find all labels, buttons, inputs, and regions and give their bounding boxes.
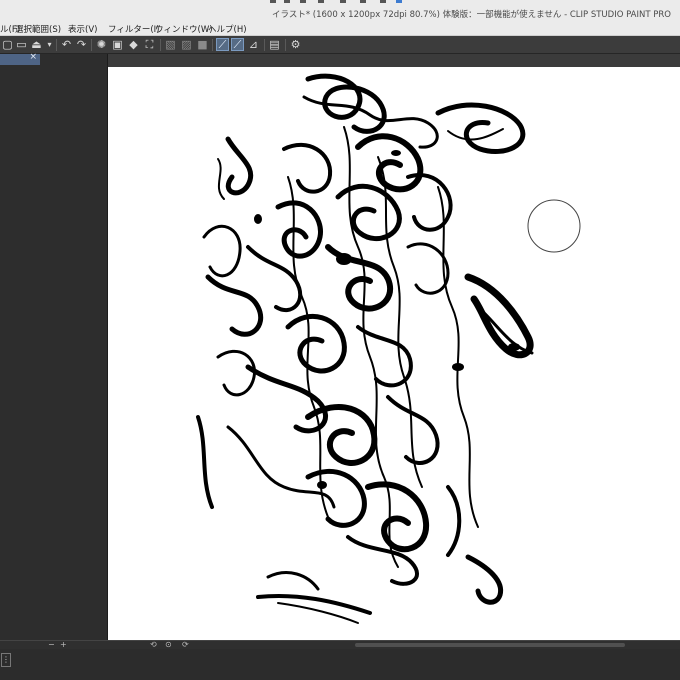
new-file-icon[interactable]: ▢ — [1, 38, 14, 51]
swirl-stroke — [225, 136, 253, 196]
brush-cursor — [527, 199, 581, 253]
snap-special-ruler-icon[interactable]: ⟋ — [231, 38, 244, 51]
swirl-stroke — [465, 554, 504, 605]
swirl-stroke — [437, 186, 479, 528]
canvas-area — [108, 54, 680, 640]
swirl-stroke — [202, 224, 242, 278]
zoom-in-button[interactable]: + — [60, 640, 67, 649]
ink-blob — [452, 363, 464, 371]
title-bar: イラスト* (1600 x 1200px 72dpi 80.7%) 体験版：一部… — [0, 0, 680, 20]
swirl-stroke — [343, 126, 399, 568]
zoom-out-button[interactable]: − — [48, 640, 55, 649]
window-title: イラスト* (1600 x 1200px 72dpi 80.7%) 体験版：一部… — [272, 10, 671, 20]
swirl-stroke — [275, 200, 323, 259]
layer-options-icon[interactable]: ⋮ — [1, 653, 11, 667]
export-icon[interactable]: ⏏ — [30, 38, 43, 51]
status-bar: − + ⟲ ⊙ ⟳ — [0, 640, 680, 649]
swirl-stroke — [464, 273, 534, 359]
title-decoration — [270, 0, 420, 4]
settings-icon[interactable]: ⚙ — [289, 38, 302, 51]
flip-icon[interactable]: ⟳ — [182, 640, 189, 649]
ink-blob — [336, 253, 352, 265]
swirl-stroke — [216, 350, 256, 397]
swirl-stroke — [305, 404, 378, 466]
fill-icon[interactable]: ◆ — [127, 38, 140, 51]
transform-icon[interactable]: ✺ — [95, 38, 108, 51]
swirl-stroke — [226, 425, 336, 509]
swirl-stroke — [346, 535, 419, 586]
ink-blob — [317, 481, 327, 489]
swirl-stroke — [217, 158, 225, 200]
menu-filter[interactable]: フィルター(I) — [108, 23, 159, 35]
swirl-stroke — [355, 133, 424, 193]
left-panel: × — [0, 52, 108, 640]
swirl-stroke — [245, 364, 328, 434]
open-file-icon[interactable]: ▭ — [15, 38, 28, 51]
menu-view[interactable]: 表示(V) — [68, 23, 97, 35]
command-bar: ▢ ▭ ⏏ ▾ ↶ ↷ ✺ ▣ ◆ ⛶ ▧ ▨ ■ ⟋ ⟋ ⊿ ▤ ⚙ — [0, 36, 680, 54]
crop-icon[interactable]: ⛶ — [143, 38, 156, 51]
ink-blob — [391, 150, 401, 156]
close-tab-icon[interactable]: × — [29, 52, 37, 62]
dropdown-icon[interactable]: ▾ — [43, 38, 56, 51]
ink-blob — [508, 343, 520, 351]
swirl-stroke — [365, 481, 430, 553]
swirl-stroke — [335, 183, 402, 241]
swirl-stroke — [196, 415, 214, 509]
reset-icon[interactable]: ⊙ — [165, 640, 172, 649]
menu-select[interactable]: 選択範囲(S) — [15, 23, 61, 35]
hide-selection-icon[interactable]: ▧ — [164, 38, 177, 51]
ink-blob — [254, 214, 262, 224]
bottom-panel: ⋮ — [0, 649, 680, 680]
undo-icon[interactable]: ↶ — [60, 38, 73, 51]
redo-icon[interactable]: ↷ — [75, 38, 88, 51]
swirl-stroke — [447, 128, 504, 141]
artwork — [196, 73, 581, 624]
swirl-stroke — [435, 102, 526, 154]
swirl-stroke — [377, 156, 423, 488]
ruler-icon[interactable]: ▤ — [268, 38, 281, 51]
layer-fill-icon[interactable]: ▨ — [180, 38, 193, 51]
menu-bar: ル(F) 選択範囲(S) 表示(V) フィルター(I) ウィンドウ(W) ヘルプ… — [0, 20, 680, 36]
horizontal-scrollbar[interactable] — [355, 643, 625, 647]
swirl-stroke — [266, 571, 320, 591]
swirl-stroke — [305, 468, 367, 528]
swirl-stroke — [446, 485, 462, 557]
swirl-stroke — [285, 314, 347, 374]
drawing-canvas[interactable] — [108, 67, 680, 640]
invert-icon[interactable]: ■ — [196, 38, 209, 51]
document-tab[interactable]: × — [0, 52, 40, 65]
snap-ruler-icon[interactable]: ⟋ — [216, 38, 229, 51]
clear-icon[interactable]: ▣ — [111, 38, 124, 51]
snap-grid-icon[interactable]: ⊿ — [247, 38, 260, 51]
rotate-icon[interactable]: ⟲ — [150, 640, 157, 649]
menu-window[interactable]: ウィンドウ(W) — [155, 23, 213, 35]
swirl-stroke — [205, 274, 264, 337]
swirl-stroke — [406, 242, 450, 295]
menu-help[interactable]: ヘルプ(H) — [208, 23, 247, 35]
